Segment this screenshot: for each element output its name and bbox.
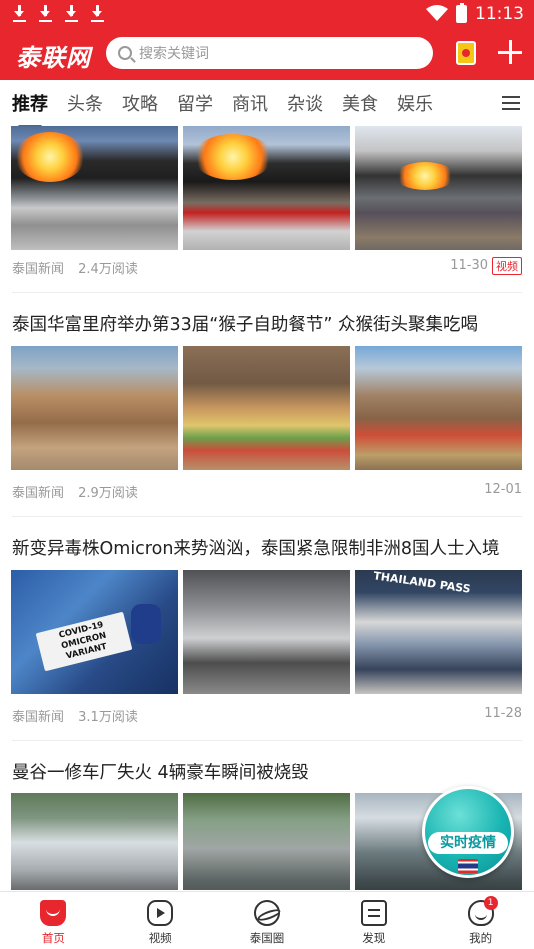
app-bar: 泰联网 搜索关键词 [0, 28, 534, 80]
tab-recommend[interactable]: 推荐 [12, 90, 48, 128]
status-bar: 11:13 [0, 0, 534, 28]
thumbnail-image [183, 793, 350, 890]
nav-discover-label: 发现 [362, 931, 386, 945]
news-views: 2.4万阅读 [78, 262, 138, 277]
nav-thailand-circle[interactable]: 泰国圈 [214, 892, 321, 949]
profile-icon: 1 [467, 896, 498, 926]
category-tabs: 推荐 头条 攻略 留学 商讯 杂谈 美食 娱乐 [0, 80, 534, 128]
download-icon [38, 4, 52, 24]
news-meta: 泰国新闻 2.4万阅读 11-30 视频 [12, 257, 522, 277]
news-meta: 泰国新闻 3.1万阅读 11-28 [12, 706, 522, 725]
thumbnail-image [11, 793, 178, 890]
news-date: 11-28 [484, 706, 522, 721]
thumbnail-image: COVID-19 OMICRON VARIANT [11, 570, 178, 694]
divider [12, 516, 522, 517]
covid-vial-label: COVID-19 OMICRON VARIANT [35, 611, 133, 672]
thailand-flag-icon [458, 859, 478, 873]
add-icon[interactable] [498, 40, 522, 64]
download-icon [64, 4, 78, 24]
news-source: 泰国新闻 [12, 262, 65, 277]
divider [12, 740, 522, 741]
search-placeholder: 搜索关键词 [139, 46, 209, 62]
tab-guides[interactable]: 攻略 [122, 90, 158, 116]
thumbnail-image: THAILAND PASS [355, 570, 522, 694]
news-title: 新变异毒株Omicron来势汹汹，泰国紧急限制非洲8国人士入境 [12, 539, 500, 559]
epidemic-label: 实时疫情 [428, 832, 508, 854]
video-icon [147, 900, 174, 926]
home-icon [40, 900, 67, 926]
thumbnail-image [355, 126, 522, 250]
news-feed[interactable]: 泰国新闻 2.4万阅读 11-30 视频 泰国华富里府举办第33届“猴子自助餐节… [0, 126, 534, 890]
status-time: 11:13 [475, 4, 524, 24]
battery-icon [456, 3, 467, 23]
tab-entertainment[interactable]: 娱乐 [397, 90, 433, 116]
thumbnail-image [355, 346, 522, 470]
nav-home-label: 首页 [41, 931, 65, 945]
planet-icon [253, 900, 280, 926]
news-date: 11-30 [450, 258, 488, 273]
thumbnail-image [11, 126, 178, 250]
search-icon [118, 46, 132, 60]
app-logo[interactable]: 泰联网 [16, 38, 91, 73]
divider [12, 292, 522, 293]
nav-me-label: 我的 [469, 931, 493, 945]
download-notifications [12, 4, 104, 24]
news-title: 曼谷一修车厂失火 4辆豪车瞬间被烧毁 [12, 763, 309, 783]
red-envelope-icon[interactable] [456, 41, 476, 65]
news-source: 泰国新闻 [12, 710, 65, 725]
nav-video-label: 视频 [148, 931, 172, 945]
video-badge: 视频 [492, 257, 522, 275]
news-date: 12-01 [484, 482, 522, 497]
nav-home[interactable]: 首页 [0, 892, 107, 949]
bottom-nav: 首页 视频 泰国圈 发现 1 我的 [0, 891, 534, 949]
tab-headlines[interactable]: 头条 [67, 90, 103, 116]
wifi-icon [426, 5, 448, 21]
thumbnail-image [183, 570, 350, 694]
download-icon [90, 4, 104, 24]
nav-video[interactable]: 视频 [107, 892, 214, 949]
menu-icon[interactable] [502, 96, 520, 110]
discover-icon [360, 900, 387, 926]
tab-food[interactable]: 美食 [342, 90, 378, 116]
notification-badge: 1 [483, 896, 498, 910]
news-source: 泰国新闻 [12, 486, 65, 501]
thumbnail-image [11, 346, 178, 470]
download-icon [12, 4, 26, 24]
tab-study-abroad[interactable]: 留学 [177, 90, 213, 116]
thumbnail-image [183, 346, 350, 470]
nav-thailand-circle-label: 泰国圈 [249, 931, 285, 945]
nav-me[interactable]: 1 我的 [427, 892, 534, 949]
nav-discover[interactable]: 发现 [320, 892, 427, 949]
thumbnail-image [183, 126, 350, 250]
news-title: 泰国华富里府举办第33届“猴子自助餐节” 众猴街头聚集吃喝 [12, 315, 478, 335]
news-views: 2.9万阅读 [78, 486, 138, 501]
tab-chat[interactable]: 杂谈 [287, 90, 323, 116]
airport-sign-text: THAILAND PASS [372, 570, 472, 596]
realtime-epidemic-button[interactable]: 实时疫情 [422, 786, 514, 878]
tab-business[interactable]: 商讯 [232, 90, 268, 116]
news-meta: 泰国新闻 2.9万阅读 12-01 [12, 482, 522, 501]
news-views: 3.1万阅读 [78, 710, 138, 725]
search-bar[interactable]: 搜索关键词 [106, 37, 433, 69]
